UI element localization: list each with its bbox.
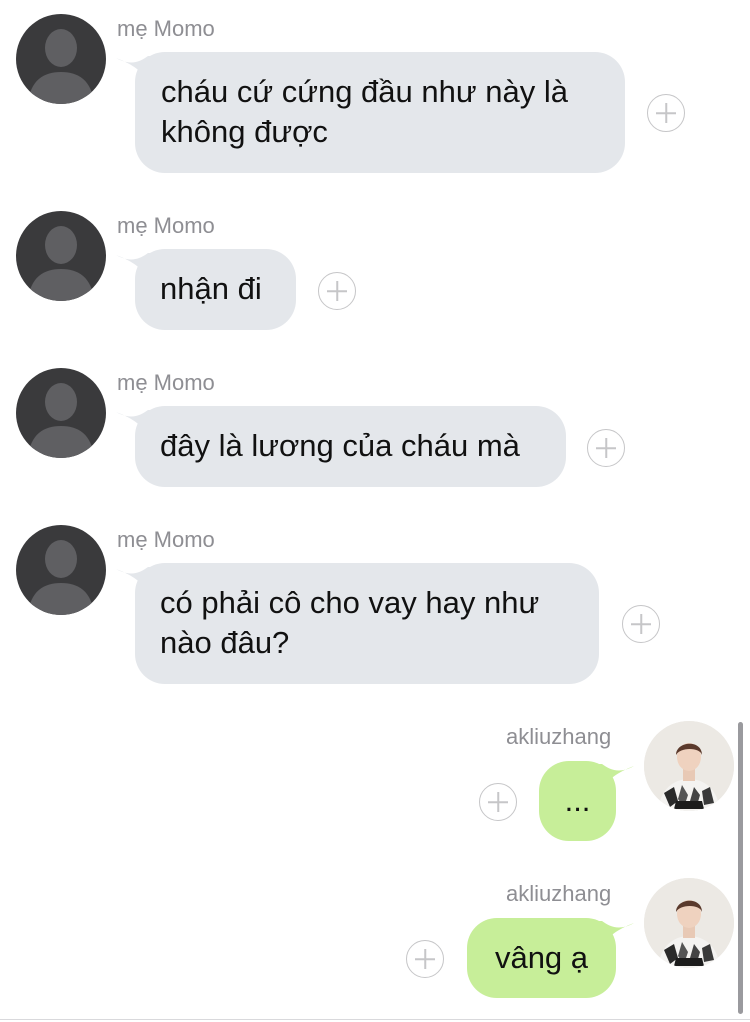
message-bubble[interactable]: đây là lương của cháu mà	[135, 406, 566, 487]
default-avatar-icon[interactable]	[16, 368, 106, 458]
add-reaction-button[interactable]	[647, 94, 685, 132]
add-reaction-button[interactable]	[406, 940, 444, 978]
default-avatar-icon[interactable]	[16, 525, 106, 615]
default-avatar-icon[interactable]	[16, 211, 106, 301]
message-text: vâng ạ	[494, 940, 589, 975]
message-text: đây là lương của cháu mà	[160, 428, 520, 463]
sender-name: mẹ Momo	[117, 370, 215, 395]
message-text: ...	[564, 783, 591, 818]
add-reaction-button[interactable]	[479, 783, 517, 821]
divider	[0, 1019, 750, 1020]
message-bubble[interactable]: cháu cứ cứng đầu như này là không được	[135, 52, 625, 173]
add-reaction-button[interactable]	[622, 605, 660, 643]
scrollbar[interactable]	[738, 722, 743, 1014]
add-reaction-button[interactable]	[318, 272, 356, 310]
message-text: có phải cô cho vay hay như nào đâu?	[160, 585, 540, 660]
sender-name: akliuzhang	[506, 881, 612, 906]
message-bubble[interactable]: vâng ạ	[467, 918, 616, 998]
default-avatar-icon[interactable]	[16, 14, 106, 104]
message-text: cháu cứ cứng đầu như này là không được	[161, 74, 568, 149]
sender-name: mẹ Momo	[117, 16, 215, 41]
user-avatar[interactable]	[644, 721, 734, 811]
message-bubble[interactable]: có phải cô cho vay hay như nào đâu?	[135, 563, 599, 684]
message-text: nhận đi	[160, 271, 262, 306]
message-bubble[interactable]: ...	[539, 761, 616, 841]
user-avatar[interactable]	[644, 878, 734, 968]
sender-name: mẹ Momo	[117, 213, 215, 238]
sender-name: akliuzhang	[506, 724, 612, 749]
sender-name: mẹ Momo	[117, 527, 215, 552]
message-bubble[interactable]: nhận đi	[135, 249, 296, 330]
add-reaction-button[interactable]	[587, 429, 625, 467]
